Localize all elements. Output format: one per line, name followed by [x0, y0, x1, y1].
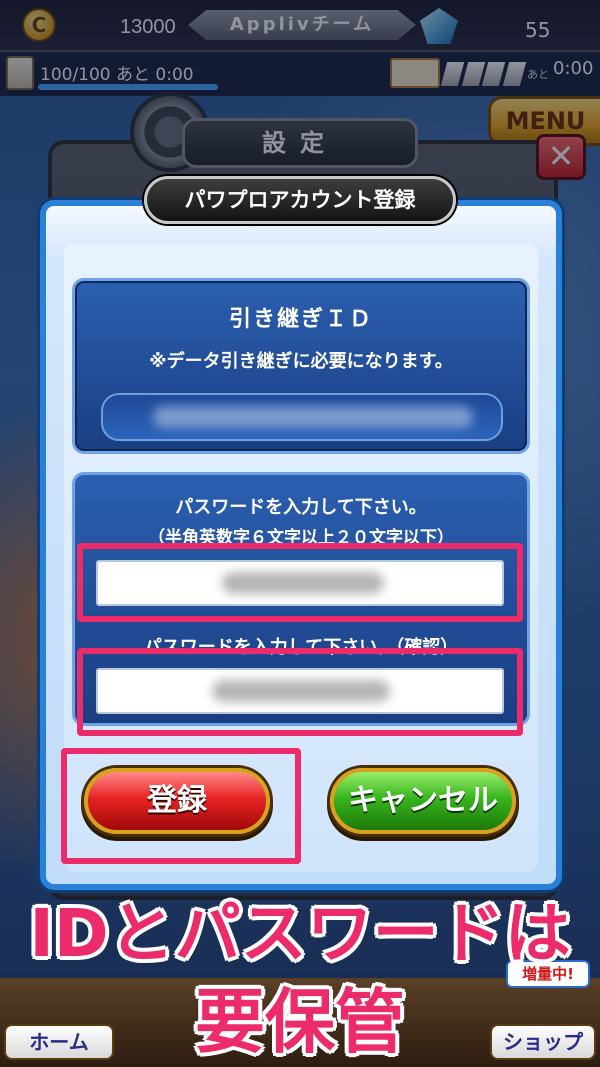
password-rule: （半角英数字６文字以上２０文字以下） [148, 528, 454, 548]
dialog-title: パワプロアカウント登録 [144, 176, 456, 224]
cancel-button[interactable]: キャンセル [330, 768, 516, 834]
password-prompt: パスワードを入力して下さい。 [175, 497, 427, 518]
transfer-id-label: 引き継ぎＩＤ [228, 307, 373, 332]
password-input[interactable] [96, 560, 504, 606]
caption-line-1: IDとパスワードは [29, 895, 571, 972]
caption-line-2: 要保管 [195, 981, 405, 1063]
password-confirm-value-redacted [212, 680, 390, 702]
transfer-id-field [101, 393, 503, 441]
password-confirm-prompt: パスワードを入力して下さい。（確認） [143, 637, 459, 658]
password-confirm-input[interactable] [96, 668, 504, 714]
transfer-id-note: ※データ引き継ぎに必要になります。 [149, 351, 453, 372]
transfer-id-value-redacted [153, 406, 473, 428]
register-button[interactable]: 登録 [84, 768, 270, 834]
password-value-redacted [222, 572, 384, 594]
transfer-id-section: 引き継ぎＩＤ ※データ引き継ぎに必要になります。 [72, 278, 530, 454]
